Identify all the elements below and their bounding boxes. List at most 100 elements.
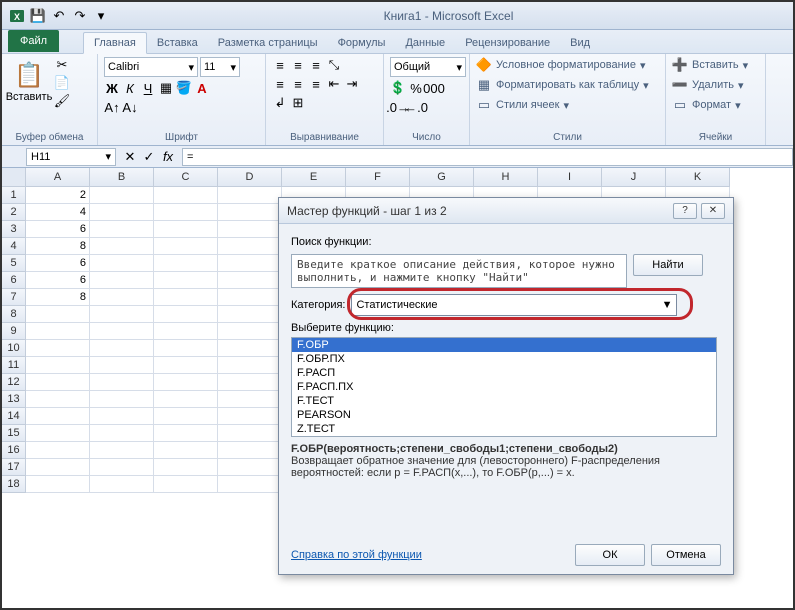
align-right-icon[interactable]: ≡ — [308, 76, 324, 92]
copy-icon[interactable]: 📄 — [54, 75, 70, 91]
cell-styles-button[interactable]: ▭Стили ячеек▾ — [476, 97, 649, 113]
row-header[interactable]: 14 — [2, 408, 26, 425]
cell[interactable] — [154, 255, 218, 272]
tab-formulas[interactable]: Формулы — [328, 33, 396, 53]
column-header[interactable]: G — [410, 168, 474, 187]
cell[interactable] — [90, 459, 154, 476]
border-icon[interactable]: ▦ — [158, 80, 174, 96]
tab-view[interactable]: Вид — [560, 33, 600, 53]
column-header[interactable]: H — [474, 168, 538, 187]
cell[interactable] — [154, 323, 218, 340]
cell[interactable] — [90, 476, 154, 493]
cell[interactable] — [218, 255, 282, 272]
bold-icon[interactable]: Ж — [104, 80, 120, 96]
cell[interactable] — [26, 442, 90, 459]
cell[interactable] — [218, 289, 282, 306]
cell[interactable] — [90, 357, 154, 374]
cell[interactable] — [26, 391, 90, 408]
cell[interactable] — [154, 425, 218, 442]
cell[interactable]: 6 — [26, 221, 90, 238]
cell[interactable] — [90, 204, 154, 221]
cell[interactable] — [154, 374, 218, 391]
delete-cells-button[interactable]: ➖Удалить▾ — [672, 77, 748, 93]
cell[interactable] — [26, 340, 90, 357]
column-header[interactable]: F — [346, 168, 410, 187]
formula-input[interactable]: = — [182, 148, 793, 166]
cell[interactable] — [154, 476, 218, 493]
indent-inc-icon[interactable]: ⇥ — [344, 76, 360, 92]
column-header[interactable]: E — [282, 168, 346, 187]
cell[interactable] — [218, 357, 282, 374]
cell[interactable]: 4 — [26, 204, 90, 221]
function-list-item[interactable]: F.ТЕСТ — [292, 394, 716, 408]
fill-color-icon[interactable]: 🪣 — [176, 80, 192, 96]
cell[interactable] — [26, 374, 90, 391]
wrap-text-icon[interactable]: ↲ — [272, 95, 288, 111]
cell[interactable] — [218, 306, 282, 323]
paste-button[interactable]: 📋 Вставить — [8, 57, 50, 105]
search-input[interactable]: Введите краткое описание действия, котор… — [291, 254, 627, 288]
select-all-corner[interactable] — [2, 168, 26, 187]
row-header[interactable]: 1 — [2, 187, 26, 204]
ok-button[interactable]: ОК — [575, 544, 645, 566]
help-link[interactable]: Справка по этой функции — [291, 549, 422, 561]
cell[interactable]: 6 — [26, 255, 90, 272]
row-header[interactable]: 3 — [2, 221, 26, 238]
row-header[interactable]: 17 — [2, 459, 26, 476]
orientation-icon[interactable]: ⤡ — [326, 57, 342, 73]
cell[interactable] — [218, 476, 282, 493]
tab-insert[interactable]: Вставка — [147, 33, 208, 53]
cell[interactable] — [26, 459, 90, 476]
row-header[interactable]: 11 — [2, 357, 26, 374]
cell[interactable] — [218, 340, 282, 357]
function-list-item[interactable]: F.ОБР — [292, 338, 716, 352]
cell[interactable]: 2 — [26, 187, 90, 204]
function-list-item[interactable]: F.ОБР.ПХ — [292, 352, 716, 366]
redo-icon[interactable]: ↷ — [71, 7, 89, 25]
qat-dropdown-icon[interactable]: ▾ — [92, 7, 110, 25]
underline-icon[interactable]: Ч — [140, 80, 156, 96]
cancel-formula-icon[interactable]: ✕ — [122, 149, 138, 165]
row-header[interactable]: 4 — [2, 238, 26, 255]
cell[interactable] — [90, 323, 154, 340]
row-header[interactable]: 13 — [2, 391, 26, 408]
save-icon[interactable]: 💾 — [29, 7, 47, 25]
cell[interactable] — [90, 340, 154, 357]
row-header[interactable]: 12 — [2, 374, 26, 391]
row-header[interactable]: 9 — [2, 323, 26, 340]
align-bottom-icon[interactable]: ≡ — [308, 57, 324, 73]
cell[interactable] — [90, 221, 154, 238]
cell[interactable] — [218, 374, 282, 391]
row-header[interactable]: 18 — [2, 476, 26, 493]
cell[interactable] — [26, 425, 90, 442]
cell[interactable] — [154, 272, 218, 289]
row-header[interactable]: 10 — [2, 340, 26, 357]
dialog-titlebar[interactable]: Мастер функций - шаг 1 из 2 ? ✕ — [279, 198, 733, 224]
align-mid-icon[interactable]: ≡ — [290, 57, 306, 73]
cell[interactable] — [154, 238, 218, 255]
merge-icon[interactable]: ⊞ — [290, 95, 306, 111]
cell[interactable] — [90, 442, 154, 459]
function-list[interactable]: F.ОБРF.ОБР.ПХF.РАСПF.РАСП.ПХF.ТЕСТPEARSO… — [291, 337, 717, 437]
cell[interactable] — [90, 187, 154, 204]
cell[interactable] — [218, 272, 282, 289]
format-table-button[interactable]: ▦Форматировать как таблицу▾ — [476, 77, 649, 93]
cell[interactable] — [218, 408, 282, 425]
file-tab[interactable]: Файл — [8, 30, 59, 52]
cell[interactable] — [154, 442, 218, 459]
column-header[interactable]: J — [602, 168, 666, 187]
cell[interactable] — [218, 442, 282, 459]
cancel-button[interactable]: Отмена — [651, 544, 721, 566]
cell[interactable] — [90, 374, 154, 391]
cell[interactable] — [26, 476, 90, 493]
function-list-item[interactable]: F.РАСП — [292, 366, 716, 380]
cell[interactable] — [90, 425, 154, 442]
cell[interactable]: 8 — [26, 289, 90, 306]
cell[interactable] — [90, 272, 154, 289]
find-button[interactable]: Найти — [633, 254, 703, 276]
function-list-item[interactable]: Z.ТЕСТ — [292, 422, 716, 436]
cell[interactable] — [154, 221, 218, 238]
cell[interactable] — [218, 425, 282, 442]
number-format-combo[interactable]: Общий▾ — [390, 57, 466, 77]
undo-icon[interactable]: ↶ — [50, 7, 68, 25]
